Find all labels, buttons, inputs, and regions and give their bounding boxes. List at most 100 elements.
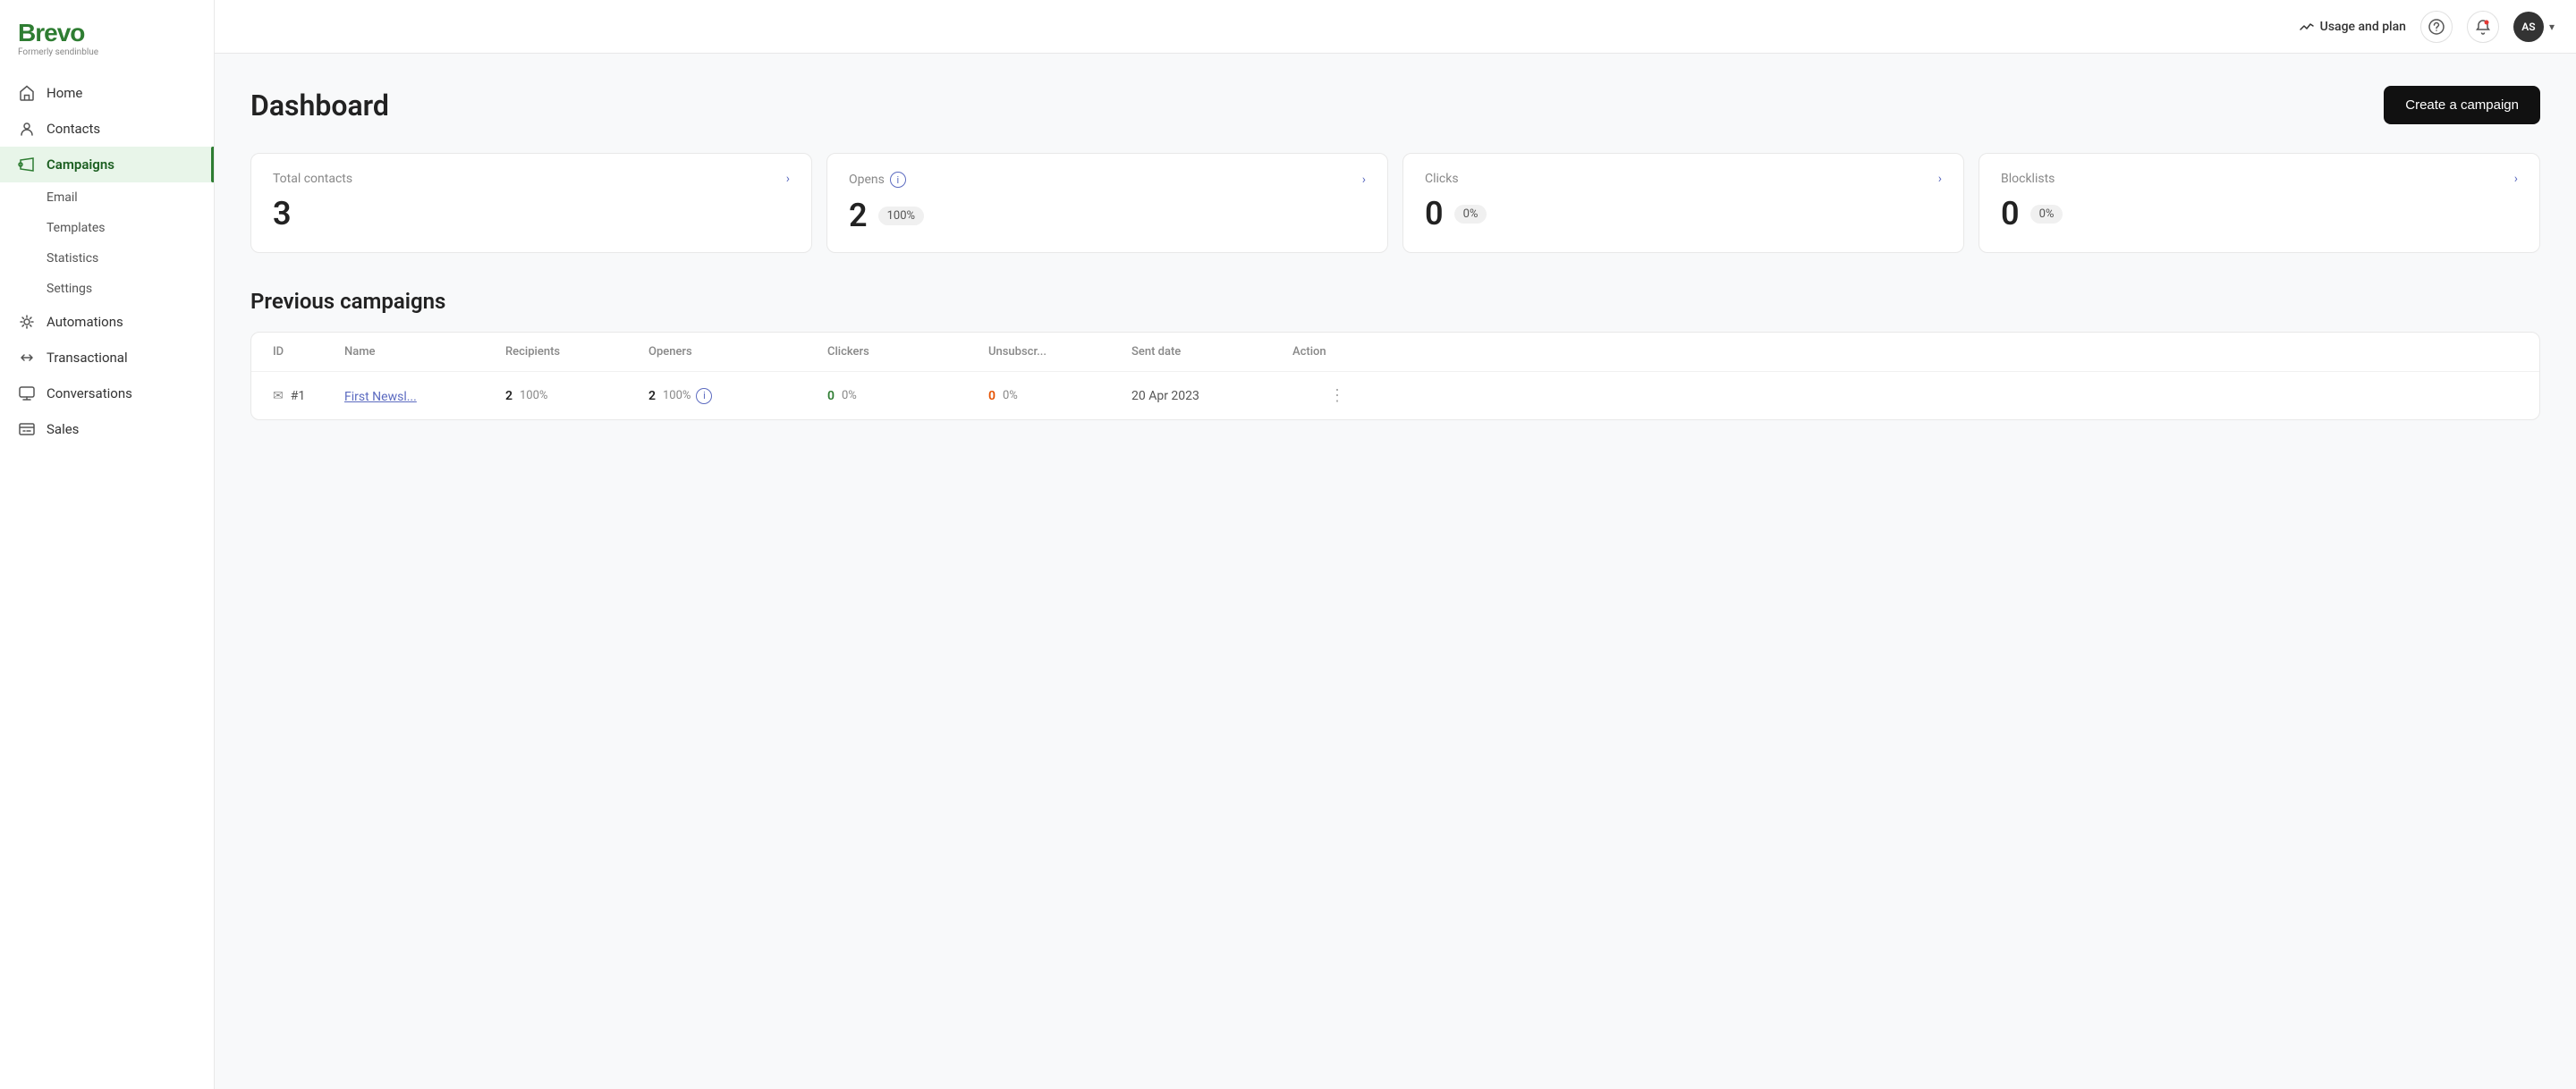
stat-cards: Total contacts › 3 Opens i › 2 [250, 153, 2540, 253]
stat-arrow-total-contacts: › [786, 172, 790, 186]
clickers-value: 0 [827, 389, 835, 403]
stat-card-header-clicks: Clicks › [1425, 172, 1942, 186]
previous-campaigns-title: Previous campaigns [250, 289, 2540, 314]
stat-label-clicks: Clicks [1425, 172, 1459, 186]
sidebar-item-label-statistics: Statistics [47, 251, 98, 266]
stat-card-blocklists[interactable]: Blocklists › 0 0% [1979, 153, 2540, 253]
sidebar-item-label-contacts: Contacts [47, 121, 100, 137]
openers-info-icon[interactable]: i [696, 388, 712, 404]
campaigns-table: ID Name Recipients Openers Clickers Unsu… [250, 332, 2540, 420]
col-sent-date: Sent date [1131, 345, 1292, 359]
logo-name: Brevo [18, 18, 196, 46]
recipients-value: 2 [505, 389, 513, 403]
sidebar-item-statistics[interactable]: Statistics [0, 243, 214, 274]
stat-card-header: Total contacts › [273, 172, 790, 186]
stat-card-opens[interactable]: Opens i › 2 100% [826, 153, 1388, 253]
sidebar-item-label-sales: Sales [47, 421, 79, 437]
sidebar-item-label-automations: Automations [47, 314, 123, 330]
stat-value-clicks: 0 0% [1425, 195, 1942, 232]
sidebar-item-sales[interactable]: Sales [0, 411, 214, 447]
stat-number-total-contacts: 3 [273, 195, 292, 232]
campaign-name-link[interactable]: First Newsl... [344, 390, 417, 404]
svg-text:Brevo: Brevo [18, 19, 85, 46]
sidebar-item-label-settings: Settings [47, 282, 92, 296]
sidebar-item-automations[interactable]: Automations [0, 304, 214, 340]
sidebar-item-settings[interactable]: Settings [0, 274, 214, 304]
campaign-action-button[interactable]: ⋮ [1292, 386, 1382, 405]
topbar: Usage and plan AS ▾ [215, 0, 2576, 54]
campaign-name-cell: First Newsl... [344, 387, 505, 404]
stat-arrow-opens: › [1362, 173, 1366, 187]
stat-label-blocklists: Blocklists [2001, 172, 2055, 186]
campaign-id-cell: ✉ #1 [273, 389, 344, 403]
stat-value-blocklists: 0 0% [2001, 195, 2518, 232]
recipients-pct: 100% [520, 389, 547, 402]
sidebar-item-label-home: Home [47, 85, 82, 101]
stat-label-opens: Opens i [849, 172, 906, 188]
bell-icon [2475, 19, 2491, 35]
sidebar-item-label-campaigns: Campaigns [47, 156, 114, 173]
sidebar-item-contacts[interactable]: Contacts [0, 111, 214, 147]
page-header: Dashboard Create a campaign [250, 86, 2540, 124]
stat-card-total-contacts[interactable]: Total contacts › 3 [250, 153, 812, 253]
notifications-button[interactable] [2467, 11, 2499, 43]
sidebar-item-transactional[interactable]: Transactional [0, 340, 214, 376]
help-icon [2428, 19, 2445, 35]
openers-pct: 100% [663, 389, 691, 402]
contacts-icon [18, 120, 36, 138]
avatar: AS [2513, 12, 2544, 42]
unsubscr-value: 0 [988, 389, 996, 403]
openers-value: 2 [648, 389, 656, 403]
email-icon-small: ✉ [273, 389, 284, 403]
sidebar-item-home[interactable]: Home [0, 75, 214, 111]
sidebar-item-label-conversations: Conversations [47, 385, 132, 401]
col-id: ID [273, 345, 344, 359]
sales-icon [18, 420, 36, 438]
sidebar-item-label-transactional: Transactional [47, 350, 128, 366]
col-recipients: Recipients [505, 345, 648, 359]
stat-value-total-contacts: 3 [273, 195, 790, 232]
campaigns-icon [18, 156, 36, 173]
stat-badge-clicks: 0% [1454, 205, 1487, 224]
main-area: Usage and plan AS ▾ Dashb [215, 0, 2576, 1089]
campaign-sent-date-cell: 20 Apr 2023 [1131, 389, 1292, 403]
stat-badge-blocklists: 0% [2030, 205, 2063, 224]
opens-info-icon[interactable]: i [890, 172, 906, 188]
stat-card-header-blocklists: Blocklists › [2001, 172, 2518, 186]
unsubscr-pct: 0% [1003, 389, 1018, 402]
usage-plan-button[interactable]: Usage and plan [2299, 19, 2406, 35]
col-unsubscr: Unsubscr... [988, 345, 1131, 359]
col-openers: Openers [648, 345, 827, 359]
sidebar-item-label-templates: Templates [47, 221, 106, 235]
stat-badge-opens: 100% [878, 207, 924, 225]
create-campaign-button[interactable]: Create a campaign [2384, 86, 2540, 124]
transactional-icon [18, 349, 36, 367]
campaign-unsubscr-cell: 0 0% [988, 389, 1131, 403]
usage-plan-label: Usage and plan [2320, 20, 2406, 34]
col-action: Action [1292, 345, 1382, 359]
page-title: Dashboard [250, 89, 389, 122]
sidebar-item-email[interactable]: Email [0, 182, 214, 213]
content-area: Dashboard Create a campaign Total contac… [215, 54, 2576, 1089]
usage-plan-icon [2299, 19, 2315, 35]
help-button[interactable] [2420, 11, 2453, 43]
chevron-down-icon: ▾ [2549, 21, 2555, 33]
stat-arrow-clicks: › [1938, 172, 1942, 186]
sidebar-item-campaigns[interactable]: Campaigns [0, 147, 214, 182]
sidebar-item-templates[interactable]: Templates [0, 213, 214, 243]
table-header: ID Name Recipients Openers Clickers Unsu… [251, 333, 2539, 372]
sidebar-item-label-email: Email [47, 190, 78, 205]
user-menu-button[interactable]: AS ▾ [2513, 12, 2555, 42]
col-clickers: Clickers [827, 345, 988, 359]
clickers-pct: 0% [842, 389, 857, 402]
conversations-icon [18, 384, 36, 402]
stat-number-clicks: 0 [1425, 195, 1444, 232]
campaign-openers-cell: 2 100% i [648, 388, 827, 404]
stat-card-clicks[interactable]: Clicks › 0 0% [1402, 153, 1964, 253]
col-name: Name [344, 345, 505, 359]
logo: Brevo Formerly sendinblue [0, 0, 214, 72]
campaign-clickers-cell: 0 0% [827, 389, 988, 403]
stat-number-opens: 2 [849, 197, 868, 234]
table-row: ✉ #1 First Newsl... 2 100% 2 100% i [251, 372, 2539, 419]
sidebar-item-conversations[interactable]: Conversations [0, 376, 214, 411]
